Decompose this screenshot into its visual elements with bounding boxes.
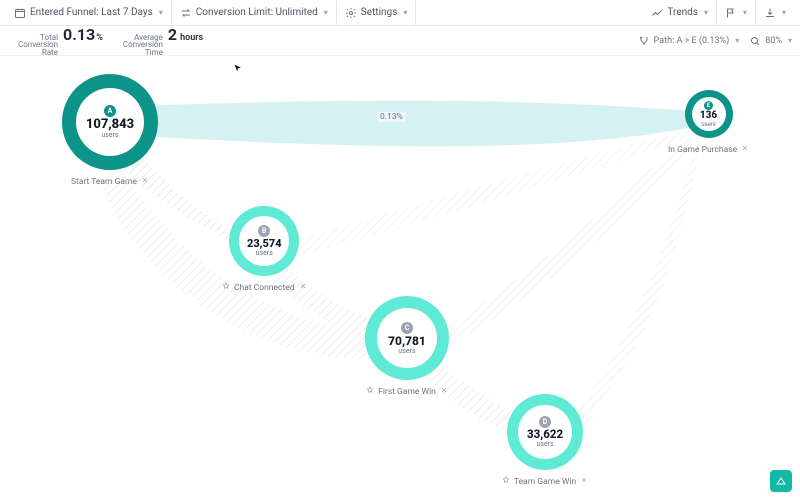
close-icon[interactable] <box>141 176 149 187</box>
node-caption: Team Game Win <box>514 477 576 487</box>
node-value: 23,574 <box>247 238 282 249</box>
node-users: users <box>101 131 118 139</box>
node-value: 70,781 <box>388 335 426 347</box>
trends-label: Trends <box>667 7 698 18</box>
node-letter: D <box>539 416 551 428</box>
chevron-down-icon: ▾ <box>782 8 786 17</box>
download-icon <box>764 7 776 19</box>
close-icon[interactable] <box>440 386 448 397</box>
node-caption: Chat Connected <box>234 283 295 293</box>
node-value: 33,622 <box>527 429 563 441</box>
node-letter: C <box>401 322 413 334</box>
close-icon[interactable] <box>741 144 749 155</box>
node-users: users <box>256 249 273 257</box>
node-users: users <box>536 440 553 448</box>
node-a[interactable]: A 107,843 users Start Team Game <box>62 74 158 187</box>
node-letter: E <box>704 101 713 110</box>
settings-dropdown[interactable]: Settings ▾ <box>337 0 417 25</box>
pin-icon <box>366 386 374 397</box>
chevron-down-icon: ▾ <box>704 8 708 17</box>
metrics-bar: Total Conversion Rate 0.13% Average Conv… <box>0 26 800 56</box>
metric-value: 2 <box>168 25 177 44</box>
help-fab[interactable] <box>770 470 792 492</box>
chevron-down-icon: ▾ <box>743 8 747 17</box>
node-caption: First Game Win <box>378 387 436 397</box>
chevron-down-icon: ▾ <box>324 8 328 17</box>
pin-icon <box>222 282 230 293</box>
search-icon <box>749 35 761 47</box>
export-dropdown[interactable]: ▾ <box>756 0 794 25</box>
chevron-down-icon: ▾ <box>735 36 739 45</box>
node-e[interactable]: E 136 users In Game Purchase <box>668 90 749 155</box>
node-value: 107,843 <box>86 118 134 131</box>
conversion-limit-dropdown[interactable]: Conversion Limit: Unlimited ▾ <box>172 0 337 25</box>
flag-dropdown[interactable]: ▾ <box>717 0 756 25</box>
settings-label: Settings <box>361 7 398 18</box>
funnel-canvas[interactable]: 0.13% A 107,843 users Start Team Game E … <box>0 56 800 500</box>
node-c[interactable]: C 70,781 users First Game Win <box>365 296 449 397</box>
node-value: 136 <box>700 111 717 121</box>
flow-label-ae: 0.13% <box>378 112 405 122</box>
zoom-label: 80% <box>765 36 782 46</box>
trends-dropdown[interactable]: Trends ▾ <box>643 0 717 25</box>
node-d[interactable]: D 33,622 users Team Game Win <box>502 394 588 487</box>
node-b[interactable]: B 23,574 users Chat Connected <box>222 206 307 293</box>
close-icon[interactable] <box>580 476 588 487</box>
entered-funnel-label: Entered Funnel: Last 7 Days <box>30 7 153 18</box>
close-icon[interactable] <box>299 282 307 293</box>
total-conversion-rate: Total Conversion Rate 0.13% <box>8 25 113 57</box>
chevron-down-icon: ▾ <box>403 8 407 17</box>
node-letter: A <box>104 105 116 117</box>
avg-conversion-time: Average Conversion Time 2hours <box>113 25 213 57</box>
zoom-selector[interactable]: 80% ▾ <box>749 35 792 47</box>
metric-value: 0.13 <box>63 25 95 44</box>
path-selector[interactable]: Path: A > E (0.13%) ▾ <box>638 35 740 47</box>
entered-funnel-dropdown[interactable]: Entered Funnel: Last 7 Days ▾ <box>6 0 172 25</box>
path-label: Path: A > E (0.13%) <box>654 36 730 46</box>
cursor-icon <box>233 63 243 73</box>
swap-icon <box>180 7 192 19</box>
chevron-down-icon: ▾ <box>788 36 792 45</box>
gear-icon <box>345 7 357 19</box>
metric-unit: % <box>96 33 103 43</box>
calendar-icon <box>14 7 26 19</box>
conversion-limit-label: Conversion Limit: Unlimited <box>196 7 318 18</box>
flag-icon <box>725 7 737 19</box>
trends-icon <box>651 7 663 19</box>
pin-icon <box>502 476 510 487</box>
node-caption: In Game Purchase <box>668 145 737 155</box>
node-caption: Start Team Game <box>71 177 137 187</box>
toolbar: Entered Funnel: Last 7 Days ▾ Conversion… <box>0 0 800 26</box>
node-users: users <box>701 121 716 128</box>
node-letter: B <box>258 225 270 237</box>
branch-icon <box>638 35 650 47</box>
chevron-down-icon: ▾ <box>159 8 163 17</box>
node-users: users <box>398 347 415 355</box>
metric-unit: hours <box>180 33 203 43</box>
